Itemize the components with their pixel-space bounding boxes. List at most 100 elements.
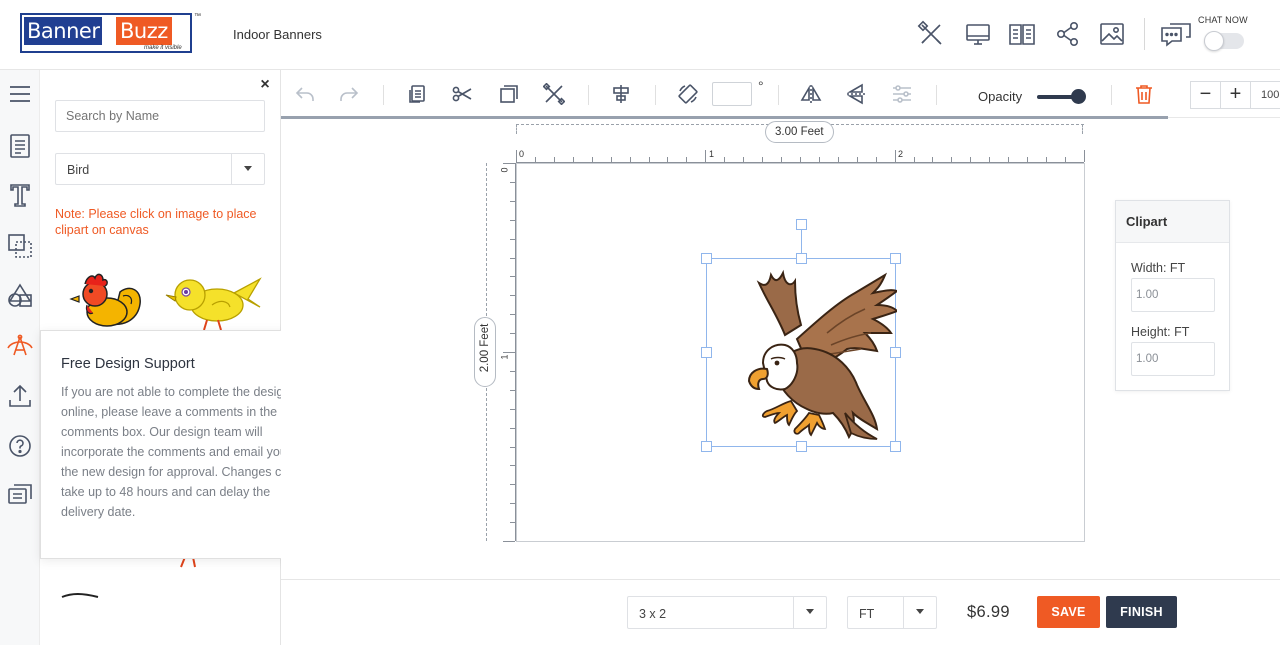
ruler-h-label: 2 xyxy=(898,149,904,159)
degree-symbol: ° xyxy=(758,78,764,94)
chat-toggle[interactable] xyxy=(1204,31,1244,51)
ruler-tick xyxy=(781,157,783,162)
logo[interactable]: Banner Buzz make it visible ™ xyxy=(20,13,202,55)
opacity-slider-handle[interactable] xyxy=(1071,89,1086,104)
chat-now-label: CHAT NOW xyxy=(1198,15,1248,25)
unit-select-button[interactable] xyxy=(903,597,936,628)
clipart-search-input[interactable] xyxy=(55,100,265,132)
comments-icon[interactable] xyxy=(6,481,34,509)
height-input[interactable] xyxy=(1131,342,1215,376)
adjust-icon[interactable] xyxy=(891,83,913,105)
ruler-v-label: 0 xyxy=(499,167,510,173)
ruler-tick xyxy=(818,157,820,162)
opacity-label: Opacity xyxy=(978,89,1023,104)
share-icon[interactable] xyxy=(1054,20,1082,48)
eagle-clipart xyxy=(747,269,897,440)
resize-handle-nw[interactable] xyxy=(701,253,712,264)
rotate-icon[interactable] xyxy=(677,83,699,105)
save-button[interactable]: SAVE xyxy=(1037,596,1100,628)
flip-horizontal-icon[interactable] xyxy=(800,83,822,105)
width-dimension-label: 3.00 Feet xyxy=(765,121,834,143)
design-canvas[interactable] xyxy=(516,163,1085,542)
align-center-icon[interactable] xyxy=(610,83,632,105)
size-select-button[interactable] xyxy=(793,597,826,628)
clipart-properties-panel: Clipart Width: FT Height: FT xyxy=(1115,200,1230,391)
flip-vertical-icon[interactable] xyxy=(845,83,867,105)
undo-icon[interactable] xyxy=(294,83,316,105)
rotate-handle[interactable] xyxy=(796,219,807,230)
ruler-tick xyxy=(856,157,858,162)
logo-banner-text: Banner xyxy=(24,17,103,45)
height-dimension-label: 2.00 Feet xyxy=(479,323,491,373)
vertical-ruler: 0 1 xyxy=(499,163,516,542)
ruler-tick xyxy=(510,257,515,259)
upload-icon[interactable] xyxy=(6,382,34,410)
shapes-icon[interactable] xyxy=(6,282,34,310)
zoom-in-button[interactable]: + xyxy=(1221,82,1251,108)
support-title: Free Design Support xyxy=(61,356,195,372)
clipart-yellow-bird[interactable] xyxy=(162,273,264,333)
image-icon[interactable] xyxy=(1098,20,1126,48)
unit-select[interactable]: FT xyxy=(847,596,937,629)
clipart-partial-dark[interactable] xyxy=(60,586,100,598)
delete-icon[interactable] xyxy=(1133,83,1155,105)
design-support-popup: × Free Design Support If you are not abl… xyxy=(40,330,310,559)
finish-button[interactable]: FINISH xyxy=(1106,596,1177,628)
zoom-value: 100 xyxy=(1261,89,1280,101)
ruler-tick xyxy=(951,157,953,162)
ruler-tick xyxy=(510,276,515,278)
clipart-selection-box[interactable] xyxy=(701,219,901,452)
menu-icon[interactable] xyxy=(6,80,34,108)
rotate-angle-input[interactable] xyxy=(712,82,752,106)
redo-icon[interactable] xyxy=(338,83,360,105)
background-icon[interactable] xyxy=(6,232,34,260)
cut-icon[interactable] xyxy=(451,83,473,105)
ruler-tick xyxy=(875,157,877,162)
clipart-rooster[interactable] xyxy=(65,272,150,332)
ruler-h-label: 0 xyxy=(519,149,525,159)
ruler-tick xyxy=(970,157,972,162)
crop-icon[interactable] xyxy=(542,82,566,106)
ruler-tick xyxy=(516,150,517,162)
ruler-tick xyxy=(1008,157,1010,162)
template-icon[interactable] xyxy=(6,132,34,160)
tool-rail xyxy=(0,70,40,645)
ruler-tick xyxy=(510,181,515,183)
support-body: If you are not able to complete the desi… xyxy=(61,385,296,519)
ruler-tick xyxy=(510,446,515,448)
resize-handle-sw[interactable] xyxy=(701,441,712,452)
zoom-control: − + 100 xyxy=(1190,81,1280,109)
ruler-tick xyxy=(510,522,515,524)
ruler-tick xyxy=(1046,157,1048,162)
size-select[interactable]: 3 x 2 xyxy=(627,596,827,629)
category-select[interactable]: Bird xyxy=(55,153,265,185)
height-dimension-badge: 2.00 Feet xyxy=(474,317,496,387)
ruler-tick xyxy=(510,200,515,202)
tools-icon[interactable] xyxy=(917,20,945,48)
ruler-tick xyxy=(705,150,707,162)
ruler-tick xyxy=(510,219,515,221)
size-select-value: 3 x 2 xyxy=(639,607,667,621)
copy-icon[interactable] xyxy=(406,83,428,105)
resize-handle-w[interactable] xyxy=(701,347,712,358)
ruler-tick xyxy=(762,157,764,162)
toolbar-divider xyxy=(936,85,937,105)
chevron-down-icon xyxy=(806,609,814,614)
ruler-tick xyxy=(629,157,631,162)
help-icon[interactable] xyxy=(6,432,34,460)
monitor-preview-icon[interactable] xyxy=(964,20,992,48)
width-input[interactable] xyxy=(1131,278,1215,312)
ruler-tick xyxy=(989,157,991,162)
ruler-tick xyxy=(894,150,896,162)
ruler-tick xyxy=(724,157,726,162)
panel-close-icon[interactable]: × xyxy=(258,77,272,93)
ruler-tick xyxy=(510,370,515,372)
book-guide-icon[interactable] xyxy=(1008,20,1036,48)
category-select-button[interactable] xyxy=(231,154,264,184)
chat-icon[interactable] xyxy=(1160,22,1192,50)
clipart-icon[interactable] xyxy=(6,332,34,360)
text-icon[interactable] xyxy=(6,181,34,209)
zoom-out-button[interactable]: − xyxy=(1191,82,1221,108)
duplicate-icon[interactable] xyxy=(498,83,520,105)
ruler-tick xyxy=(743,157,745,162)
